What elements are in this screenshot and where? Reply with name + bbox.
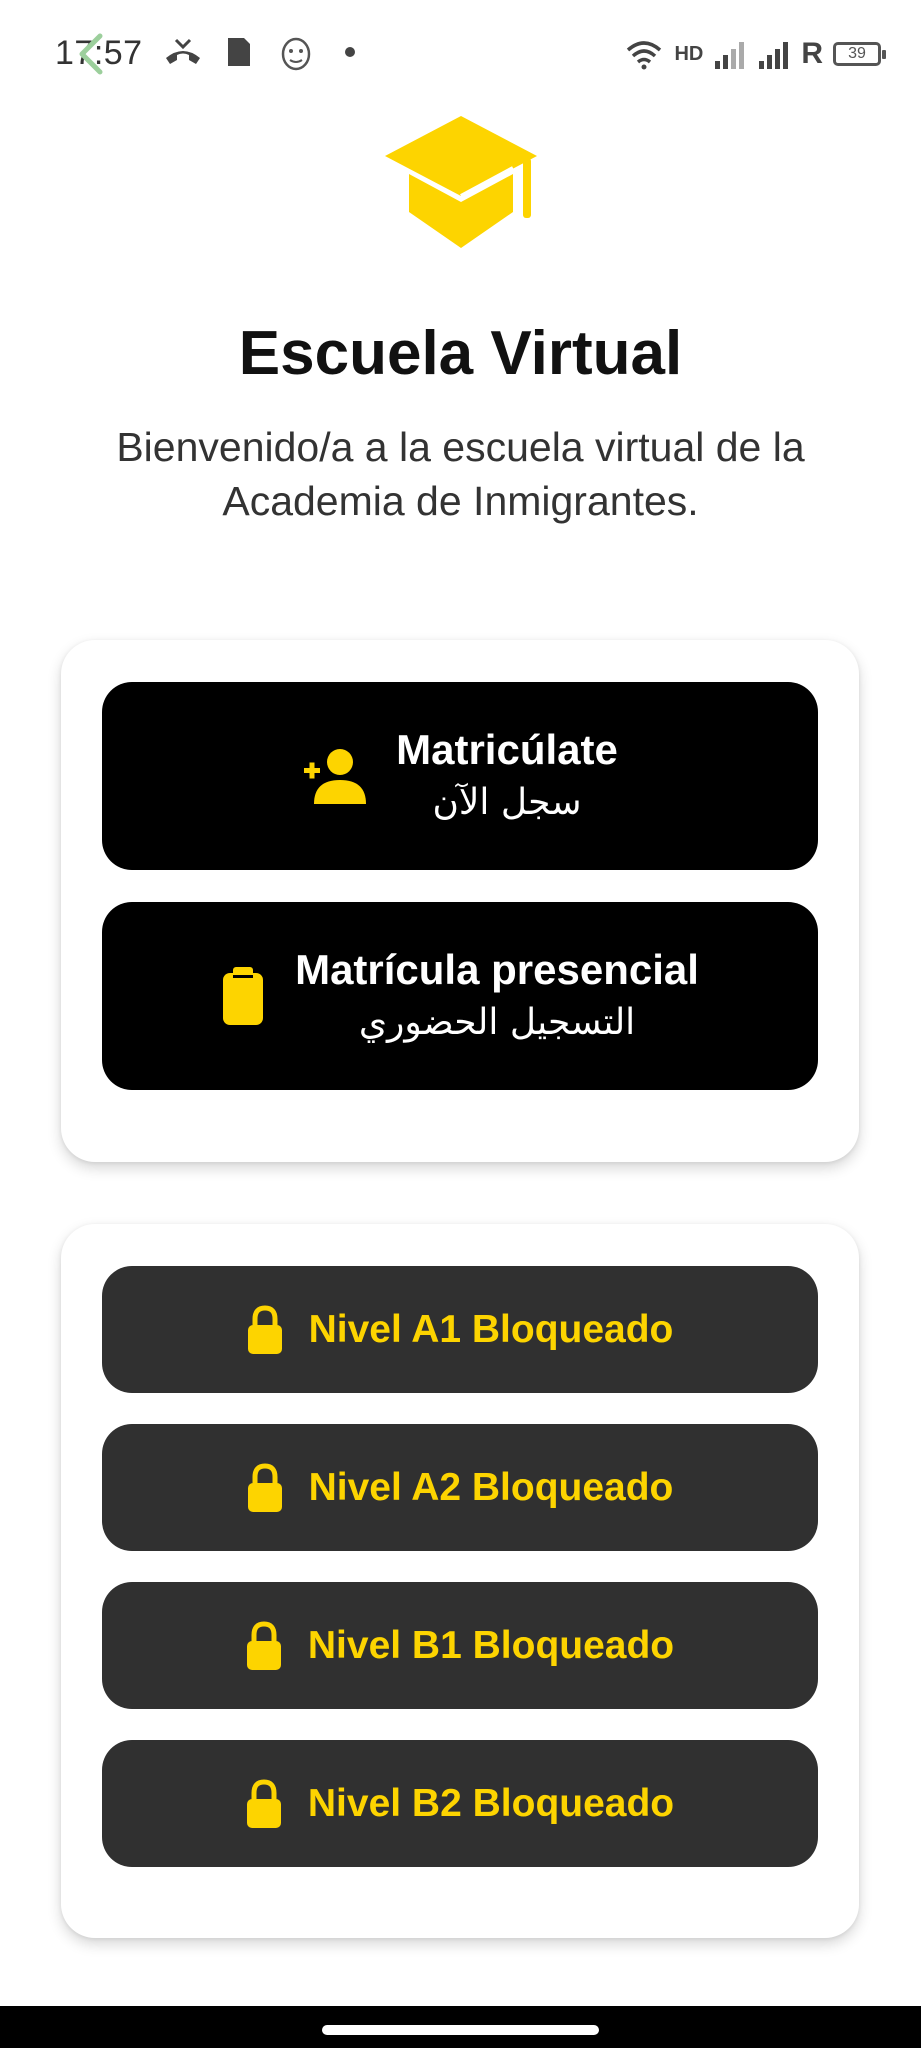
clipboard-icon [223,967,264,1025]
enroll-online-label: Matricúlate [396,726,618,773]
home-gesture-handle[interactable] [322,2025,599,2035]
missed-call-icon [166,38,200,64]
enrollment-card: Matricúlate سجل الآن Matrícula presencia… [61,640,859,1162]
battery-icon: 39 [833,42,886,66]
level-b2-button[interactable]: Nivel B2 Bloqueado [102,1740,818,1867]
back-arrow-icon[interactable] [74,30,110,78]
lock-icon [246,1778,281,1828]
lock-icon [246,1620,281,1670]
lock-icon [247,1304,282,1354]
level-b1-button[interactable]: Nivel B1 Bloqueado [102,1582,818,1709]
levels-card: Nivel A1 Bloqueado Nivel A2 Bloqueado Ni… [61,1224,859,1938]
lock-icon [247,1462,282,1512]
signal-icon [715,42,745,69]
level-label: Nivel A2 Bloqueado [308,1465,674,1509]
sim-card-icon [228,38,250,66]
level-label: Nivel B1 Bloqueado [307,1623,675,1667]
level-a1-button[interactable]: Nivel A1 Bloqueado [102,1266,818,1393]
network-type: HD [674,42,704,65]
status-bar: 17:57 HD R 39 [0,0,921,110]
level-a2-button[interactable]: Nivel A2 Bloqueado [102,1424,818,1551]
enroll-online-sublabel: سجل الآن [432,782,582,823]
level-label: Nivel A1 Bloqueado [308,1307,674,1351]
dot-icon [345,47,355,57]
page-title: Escuela Virtual [238,319,683,388]
status-right-group: HD R 39 [624,34,886,74]
graduation-cap-icon [385,116,537,248]
wifi-icon [627,41,662,70]
navigation-bar [0,2006,921,2048]
battery-level: 39 [848,45,866,62]
level-label: Nivel B2 Bloqueado [307,1781,675,1825]
enroll-online-button[interactable]: Matricúlate سجل الآن [102,682,818,870]
enroll-in-person-button[interactable]: Matrícula presencial التسجيل الحضوري [102,902,818,1090]
lion-app-icon [281,37,311,71]
roaming-indicator: R [801,37,823,70]
enroll-in-person-label: Matrícula presencial [295,946,699,993]
page-subtitle: Bienvenido/a a la escuela virtual de la … [116,424,805,524]
add-user-icon [304,749,367,804]
signal-icon [759,42,789,69]
enroll-in-person-sublabel: التسجيل الحضوري [358,1002,636,1043]
